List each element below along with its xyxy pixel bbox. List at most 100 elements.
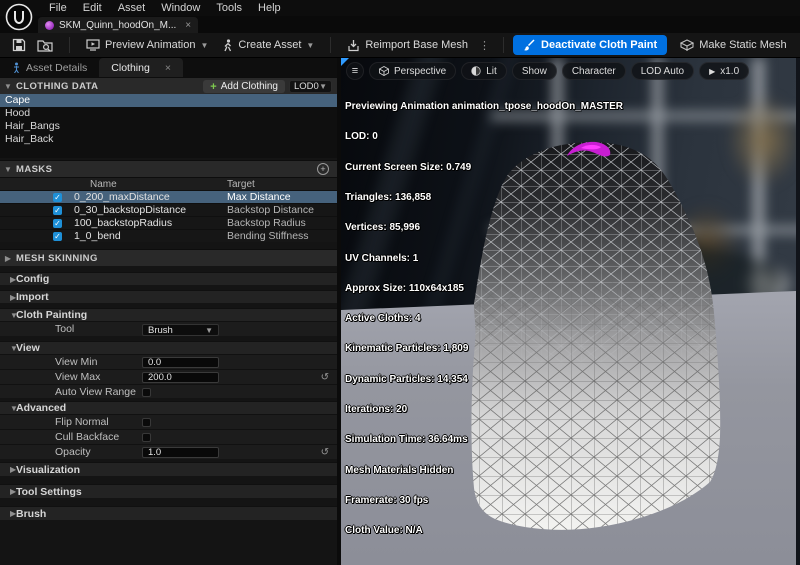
unreal-engine-logo bbox=[5, 3, 33, 31]
paint-brush-icon bbox=[523, 39, 535, 51]
panel-tab-close-icon[interactable]: × bbox=[165, 62, 171, 74]
asset-details-icon bbox=[12, 62, 21, 73]
section-cloth-painting[interactable]: ▼ Cloth Painting bbox=[0, 308, 337, 321]
stat-line: Active Cloths: 4 bbox=[345, 314, 623, 324]
browse-to-asset-button[interactable] bbox=[34, 36, 56, 54]
unreal-editor-window: File Edit Asset Window Tools Help SKM_Qu… bbox=[0, 0, 800, 565]
flip-normal-checkbox[interactable] bbox=[142, 418, 151, 427]
playback-speed-button[interactable]: ▶ x1.0 bbox=[699, 62, 749, 80]
menu-tools[interactable]: Tools bbox=[209, 1, 249, 15]
preview-animation-button[interactable]: Preview Animation ▼ bbox=[79, 36, 215, 54]
list-item-hood[interactable]: Hood bbox=[0, 107, 337, 120]
section-tool-settings[interactable]: ▶ Tool Settings bbox=[0, 484, 337, 498]
menu-window[interactable]: Window bbox=[154, 1, 207, 15]
chevron-down-icon: ▼ bbox=[201, 41, 209, 50]
create-asset-button[interactable]: Create Asset ▼ bbox=[215, 36, 321, 55]
section-config[interactable]: ▶ Config bbox=[0, 272, 337, 285]
chevron-down-icon: ▼ bbox=[205, 326, 213, 335]
mesh-skinning-header[interactable]: ▶ MESH SKINNING bbox=[0, 249, 337, 266]
view-max-row: View Max 200.0 ↺ bbox=[0, 369, 337, 384]
tab-asset-details[interactable]: Asset Details bbox=[0, 58, 99, 77]
clothing-data-header[interactable]: ▼ CLOTHING DATA + Add Clothing LOD0 ▼ bbox=[0, 77, 337, 94]
menu-asset[interactable]: Asset bbox=[111, 1, 153, 15]
section-visualization[interactable]: ▶ Visualization bbox=[0, 462, 337, 476]
opacity-input[interactable]: 1.0 bbox=[142, 447, 219, 458]
viewport[interactable]: ≡ Perspective Lit Show Character LOD A bbox=[341, 58, 800, 565]
play-icon: ▶ bbox=[709, 67, 715, 76]
plus-icon: + bbox=[210, 82, 216, 92]
collapse-arrow-icon[interactable]: ▼ bbox=[0, 165, 16, 174]
stat-line: UV Channels: 1 bbox=[345, 254, 623, 264]
mask-row[interactable]: ✓ 0_200_maxDistance Max Distance bbox=[0, 190, 337, 203]
tab-clothing[interactable]: Clothing × bbox=[99, 58, 183, 77]
list-item-hair-bangs[interactable]: Hair_Bangs bbox=[0, 120, 337, 133]
save-button[interactable] bbox=[8, 36, 30, 54]
menu-edit[interactable]: Edit bbox=[76, 1, 109, 15]
stat-line: Framerate: 30 fps bbox=[345, 496, 623, 506]
cull-backface-checkbox[interactable] bbox=[142, 433, 151, 442]
stat-line: Triangles: 136,858 bbox=[345, 193, 623, 203]
flip-normal-row: Flip Normal bbox=[0, 414, 337, 429]
tab-close-icon[interactable]: × bbox=[185, 20, 191, 31]
expand-arrow-icon: ▶ bbox=[0, 275, 16, 284]
main-layout: Asset Details Clothing × ▼ CLOTHING DATA… bbox=[0, 58, 800, 565]
view-max-input[interactable]: 200.0 bbox=[142, 372, 219, 383]
add-mask-icon[interactable]: + bbox=[317, 163, 329, 175]
static-mesh-icon bbox=[680, 39, 694, 52]
asset-document-tab[interactable]: SKM_Quinn_hoodOn_M... × bbox=[38, 17, 198, 33]
list-item-cape[interactable]: Cape bbox=[0, 94, 337, 107]
deactivate-cloth-paint-button[interactable]: Deactivate Cloth Paint bbox=[513, 35, 667, 55]
lod-dropdown[interactable]: LOD0 ▼ bbox=[289, 80, 332, 93]
cull-backface-row: Cull Backface bbox=[0, 429, 337, 444]
running-person-icon bbox=[222, 39, 233, 52]
collapse-arrow-icon: ▼ bbox=[0, 344, 16, 353]
reset-to-default-icon[interactable]: ↺ bbox=[321, 370, 329, 385]
section-view[interactable]: ▼ View bbox=[0, 341, 337, 354]
stat-line: Dynamic Particles: 14,354 bbox=[345, 375, 623, 385]
mask-row[interactable]: ✓ 1_0_bend Bending Stiffness bbox=[0, 229, 337, 242]
perspective-button[interactable]: Perspective bbox=[369, 62, 456, 80]
menu-file[interactable]: File bbox=[42, 1, 74, 15]
reimport-base-mesh-button[interactable]: Reimport Base Mesh bbox=[340, 36, 475, 55]
masks-header[interactable]: ▼ MASKS + bbox=[0, 160, 337, 177]
mask-checkbox[interactable]: ✓ bbox=[53, 232, 62, 241]
section-brush[interactable]: ▶ Brush bbox=[0, 506, 337, 520]
make-static-mesh-button[interactable]: Make Static Mesh bbox=[673, 36, 793, 55]
lod-auto-button[interactable]: LOD Auto bbox=[631, 62, 694, 80]
clothing-asset-list: Cape Hood Hair_Bangs Hair_Back bbox=[0, 94, 337, 158]
mask-row[interactable]: ✓ 100_backstopRadius Backstop Radius bbox=[0, 216, 337, 229]
reimport-options-dots-icon[interactable]: ⋮ bbox=[475, 39, 494, 52]
tool-dropdown[interactable]: Brush ▼ bbox=[142, 324, 219, 336]
document-tab-bar: SKM_Quinn_hoodOn_M... × bbox=[0, 16, 800, 33]
collapse-arrow-icon[interactable]: ▼ bbox=[0, 82, 16, 91]
section-import[interactable]: ▶ Import bbox=[0, 290, 337, 303]
auto-view-range-checkbox[interactable] bbox=[142, 388, 151, 397]
stat-line: Previewing Animation animation_tpose_hoo… bbox=[345, 102, 623, 112]
stat-line: Iterations: 20 bbox=[345, 405, 623, 415]
list-item-hair-back[interactable]: Hair_Back bbox=[0, 133, 337, 146]
lit-sphere-icon bbox=[471, 66, 481, 76]
toolbar-separator bbox=[330, 37, 331, 53]
panel-tab-bar: Asset Details Clothing × bbox=[0, 58, 337, 77]
reset-to-default-icon[interactable]: ↺ bbox=[321, 445, 329, 460]
stat-line: Approx Size: 110x64x185 bbox=[345, 284, 623, 294]
expand-arrow-icon[interactable]: ▶ bbox=[0, 254, 16, 263]
section-advanced[interactable]: ▼ Advanced bbox=[0, 401, 337, 414]
opacity-row: Opacity 1.0 ↺ bbox=[0, 444, 337, 459]
expand-arrow-icon: ▶ bbox=[0, 509, 16, 518]
mask-checkbox[interactable]: ✓ bbox=[53, 193, 62, 202]
mask-checkbox[interactable]: ✓ bbox=[53, 219, 62, 228]
mask-row[interactable]: ✓ 0_30_backstopDistance Backstop Distanc… bbox=[0, 203, 337, 216]
skeletal-mesh-asset-icon bbox=[45, 21, 54, 30]
character-menu-button[interactable]: Character bbox=[562, 62, 626, 80]
asset-editor-toolbar: Preview Animation ▼ Create Asset ▼ Reimp… bbox=[0, 33, 800, 58]
lit-mode-button[interactable]: Lit bbox=[461, 62, 507, 80]
show-menu-button[interactable]: Show bbox=[512, 62, 557, 80]
add-clothing-button[interactable]: + Add Clothing bbox=[203, 80, 285, 93]
menu-bar: File Edit Asset Window Tools Help bbox=[0, 0, 800, 16]
menu-help[interactable]: Help bbox=[251, 1, 288, 15]
stat-line: Mesh Materials Hidden bbox=[345, 466, 623, 476]
masks-table-header: Name Target bbox=[0, 177, 337, 190]
mask-checkbox[interactable]: ✓ bbox=[53, 206, 62, 215]
view-min-input[interactable]: 0.0 bbox=[142, 357, 219, 368]
